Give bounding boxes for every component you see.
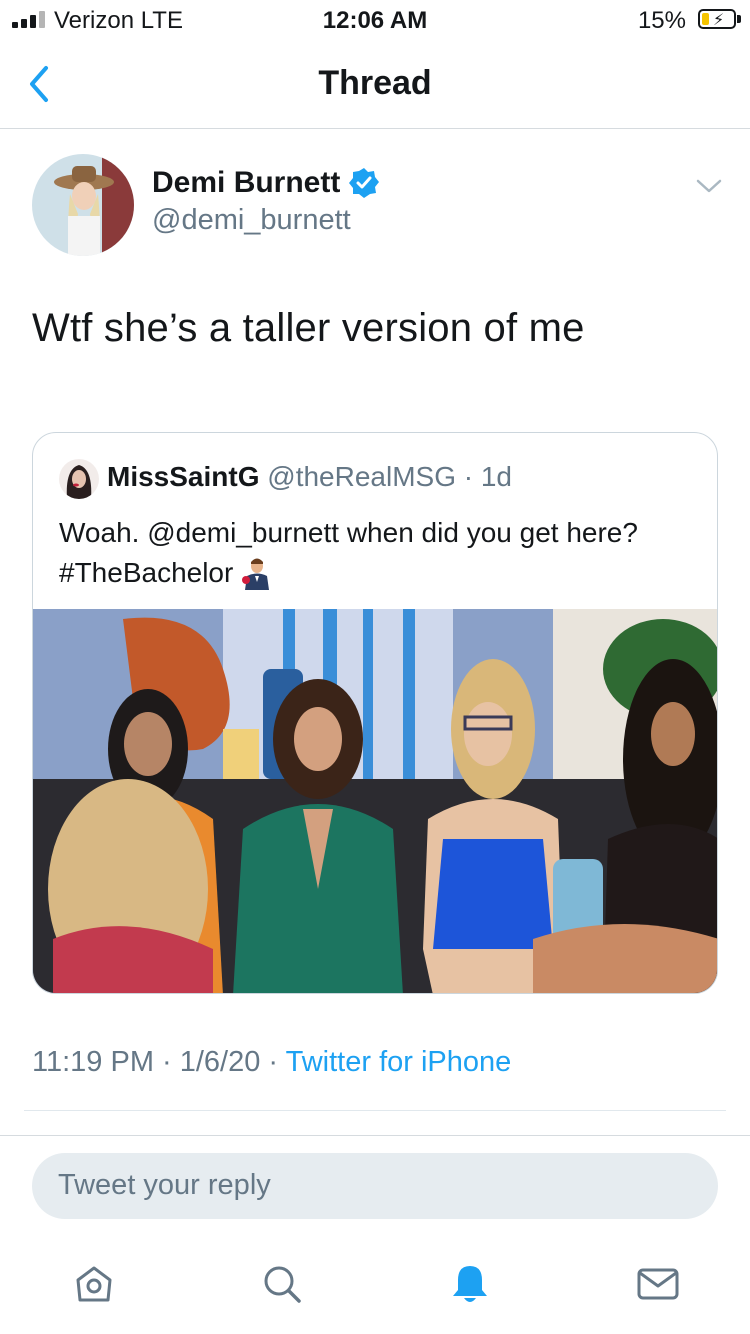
quoted-avatar[interactable]	[59, 459, 99, 499]
quoted-handle-time: @theRealMSG · 1d	[267, 461, 513, 492]
search-icon[interactable]	[260, 1262, 304, 1306]
divider	[0, 1135, 750, 1136]
bachelor-rose-emoji-icon	[242, 558, 270, 590]
tweet-source-link[interactable]: Twitter for iPhone	[286, 1046, 512, 1078]
battery-icon: ⚡	[698, 9, 736, 29]
avatar[interactable]	[32, 154, 134, 256]
quoted-hashtag[interactable]: #TheBachelor	[59, 553, 233, 593]
messages-icon[interactable]	[636, 1262, 680, 1306]
quoted-name: MissSaintG	[107, 461, 260, 492]
battery-percent: 15%	[637, 7, 686, 34]
quoted-media-image[interactable]	[33, 609, 717, 993]
tweet-meta: 11:19 PM · 1/6/20 · Twitter for iPhone	[32, 1046, 511, 1079]
author-name[interactable]: Demi Burnett	[152, 166, 380, 200]
quoted-header: MissSaintG @theRealMSG · 1d	[107, 461, 512, 493]
verified-badge-icon	[349, 168, 380, 198]
battery-cap	[737, 15, 741, 23]
author-handle[interactable]: @demi_burnett	[152, 204, 351, 237]
quoted-text-line1: Woah. @demi_burnett when did you get her…	[59, 517, 638, 548]
quoted-text: Woah. @demi_burnett when did you get her…	[59, 513, 699, 593]
nav-bar: Thread	[0, 40, 750, 129]
tweet-timestamp: 11:19 PM · 1/6/20 ·	[32, 1046, 286, 1078]
divider	[24, 1110, 726, 1111]
reply-input[interactable]: Tweet your reply	[32, 1153, 718, 1219]
chevron-down-icon[interactable]	[694, 176, 724, 196]
home-icon[interactable]	[72, 1262, 116, 1306]
notifications-icon[interactable]	[448, 1262, 492, 1306]
page-title: Thread	[318, 64, 432, 102]
tweet-text: Wtf she’s a taller version of me	[32, 306, 585, 350]
status-bar: Verizon LTE 12:06 AM 15% ⚡	[0, 0, 750, 40]
reply-placeholder: Tweet your reply	[58, 1169, 271, 1201]
quoted-tweet[interactable]: MissSaintG @theRealMSG · 1d Woah. @demi_…	[32, 432, 718, 994]
author-name-text: Demi Burnett	[152, 166, 341, 199]
